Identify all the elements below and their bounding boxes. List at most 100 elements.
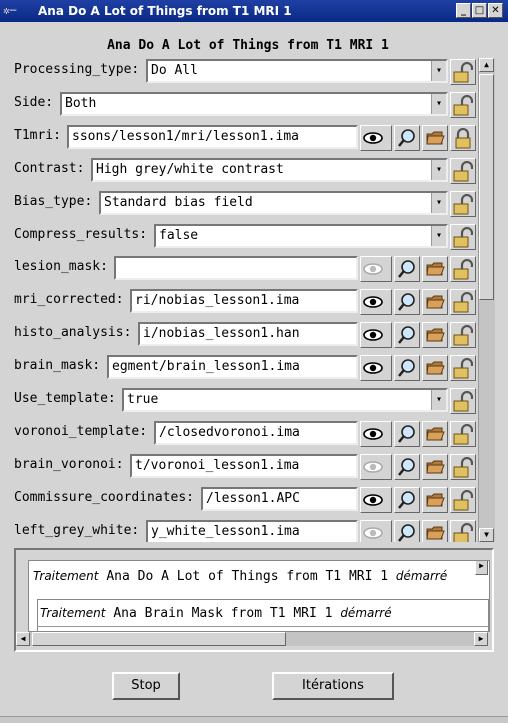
eye-icon[interactable] xyxy=(360,487,392,513)
param-path-field[interactable]: ssons/lesson1/mri/lesson1.ima xyxy=(67,125,358,149)
eye-icon[interactable] xyxy=(360,322,392,348)
param-label: left_grey_white: xyxy=(14,523,140,538)
param-path-field[interactable]: egment/brain_lesson1.ima xyxy=(107,355,358,379)
param-combo[interactable]: High grey/white contrast ▾ xyxy=(91,158,448,182)
log-sub-text: Ana Brain Mask from T1 MRI 1 xyxy=(113,606,333,621)
maximize-button[interactable]: □ xyxy=(472,3,487,18)
magnifier-icon[interactable] xyxy=(394,487,420,513)
folder-icon[interactable] xyxy=(422,355,448,381)
log-panel[interactable]: Traitement Ana Do A Lot of Things from T… xyxy=(28,560,490,632)
padlock-icon[interactable] xyxy=(450,224,476,250)
param-path-field[interactable]: i/nobias_lesson1.han xyxy=(138,322,358,346)
param-path-field[interactable]: /closedvoronoi.ima xyxy=(154,421,358,445)
chevron-down-icon[interactable]: ▾ xyxy=(431,94,446,114)
parameters-form: Processing_type: Do All ▾ Side: Both ▾ T1mri: s… xyxy=(0,56,478,542)
folder-icon[interactable] xyxy=(422,289,448,315)
eye-icon[interactable] xyxy=(360,520,392,542)
log-scroll-right-top[interactable]: ▶ xyxy=(475,561,488,575)
padlock-icon[interactable] xyxy=(450,289,476,315)
param-label: Processing_type: xyxy=(14,62,140,77)
magnifier-icon[interactable] xyxy=(394,520,420,542)
log-sub-prefix: Traitement xyxy=(40,606,106,620)
padlock-icon[interactable] xyxy=(450,256,476,282)
minimize-button[interactable]: _ xyxy=(456,3,471,18)
param-path-field[interactable] xyxy=(114,256,358,280)
param-row: histo_analysis: i/nobias_lesson1.han xyxy=(0,319,478,348)
param-path-field[interactable]: y_white_lesson1.ima xyxy=(146,520,358,542)
chevron-down-icon[interactable]: ▾ xyxy=(431,160,446,180)
close-button[interactable]: ✕ xyxy=(488,3,503,18)
param-combo-value: Both xyxy=(65,96,97,111)
padlock-icon[interactable] xyxy=(450,322,476,348)
param-combo[interactable]: Do All ▾ xyxy=(146,59,448,83)
magnifier-icon[interactable] xyxy=(394,322,420,348)
padlock-icon[interactable] xyxy=(450,355,476,381)
param-path-field[interactable]: t/voronoi_lesson1.ima xyxy=(130,454,358,478)
log-entry-main: Traitement Ana Do A Lot of Things from T… xyxy=(33,569,447,584)
eye-icon[interactable] xyxy=(360,454,392,480)
folder-icon[interactable] xyxy=(422,322,448,348)
padlock-icon[interactable] xyxy=(450,454,476,480)
chevron-down-icon[interactable]: ▾ xyxy=(431,226,446,246)
padlock-icon[interactable] xyxy=(450,92,476,118)
magnifier-icon[interactable] xyxy=(394,289,420,315)
chevron-down-icon[interactable]: ▾ xyxy=(431,61,446,81)
scroll-thumb[interactable] xyxy=(479,74,494,300)
process-heading: Ana Do A Lot of Things from T1 MRI 1 xyxy=(107,38,389,53)
param-path-field[interactable]: /lesson1.APC xyxy=(201,487,358,511)
param-combo[interactable]: Both ▾ xyxy=(60,92,448,116)
iterations-button[interactable]: Itérations xyxy=(272,672,394,700)
magnifier-icon[interactable] xyxy=(394,421,420,447)
padlock-icon[interactable] xyxy=(450,421,476,447)
padlock-icon[interactable] xyxy=(450,191,476,217)
magnifier-icon[interactable] xyxy=(394,125,420,151)
param-row: left_grey_white: y_white_lesson1.ima xyxy=(0,517,478,542)
padlock-icon[interactable] xyxy=(450,59,476,85)
param-row: voronoi_template: /closedvoronoi.ima xyxy=(0,418,478,447)
padlock-icon[interactable] xyxy=(450,388,476,414)
eye-icon[interactable] xyxy=(360,421,392,447)
folder-icon[interactable] xyxy=(422,454,448,480)
scroll-up-button[interactable]: ▲ xyxy=(479,58,494,72)
folder-icon[interactable] xyxy=(422,256,448,282)
padlock-icon[interactable] xyxy=(450,125,476,151)
folder-icon[interactable] xyxy=(422,125,448,151)
folder-icon[interactable] xyxy=(422,520,448,542)
log-sub-status: démarré xyxy=(340,606,392,620)
param-combo[interactable]: true ▾ xyxy=(122,388,448,412)
eye-icon[interactable] xyxy=(360,125,392,151)
param-row: Contrast: High grey/white contrast ▾ xyxy=(0,155,478,184)
param-row: lesion_mask: xyxy=(0,253,478,282)
padlock-icon[interactable] xyxy=(450,487,476,513)
param-label: Side: xyxy=(14,95,54,110)
param-combo-value: Do All xyxy=(151,63,198,78)
magnifier-icon[interactable] xyxy=(394,454,420,480)
param-row: Processing_type: Do All ▾ xyxy=(0,56,478,85)
stop-button[interactable]: Stop xyxy=(112,672,180,700)
app-menu-icon[interactable]: ✲─ xyxy=(3,3,33,19)
chevron-down-icon[interactable]: ▾ xyxy=(431,390,446,410)
log-entry-sub: Traitement Ana Brain Mask from T1 MRI 1 … xyxy=(40,606,392,621)
padlock-icon[interactable] xyxy=(450,520,476,542)
form-vertical-scrollbar[interactable]: ▲ ▼ xyxy=(478,58,495,542)
scroll-down-button[interactable]: ▼ xyxy=(479,528,494,542)
eye-icon[interactable] xyxy=(360,355,392,381)
log-horizontal-scrollbar[interactable]: ◀ ▶ xyxy=(16,632,488,646)
magnifier-icon[interactable] xyxy=(394,355,420,381)
log-entry-text: Ana Do A Lot of Things from T1 MRI 1 xyxy=(106,569,389,584)
title-bar[interactable]: ✲─ Ana Do A Lot of Things from T1 MRI 1 … xyxy=(0,0,508,22)
param-combo[interactable]: Standard bias field ▾ xyxy=(99,191,448,215)
log-scroll-left-button[interactable]: ◀ xyxy=(16,632,30,646)
magnifier-icon[interactable] xyxy=(394,256,420,282)
param-path-field[interactable]: ri/nobias_lesson1.ima xyxy=(130,289,358,313)
param-combo[interactable]: false ▾ xyxy=(154,224,448,248)
eye-icon[interactable] xyxy=(360,289,392,315)
log-scroll-right-button[interactable]: ▶ xyxy=(474,632,488,646)
chevron-down-icon[interactable]: ▾ xyxy=(431,193,446,213)
eye-icon[interactable] xyxy=(360,256,392,282)
folder-icon[interactable] xyxy=(422,487,448,513)
log-scroll-thumb[interactable] xyxy=(32,632,286,646)
folder-icon[interactable] xyxy=(422,421,448,447)
param-row: Side: Both ▾ xyxy=(0,89,478,118)
padlock-icon[interactable] xyxy=(450,158,476,184)
